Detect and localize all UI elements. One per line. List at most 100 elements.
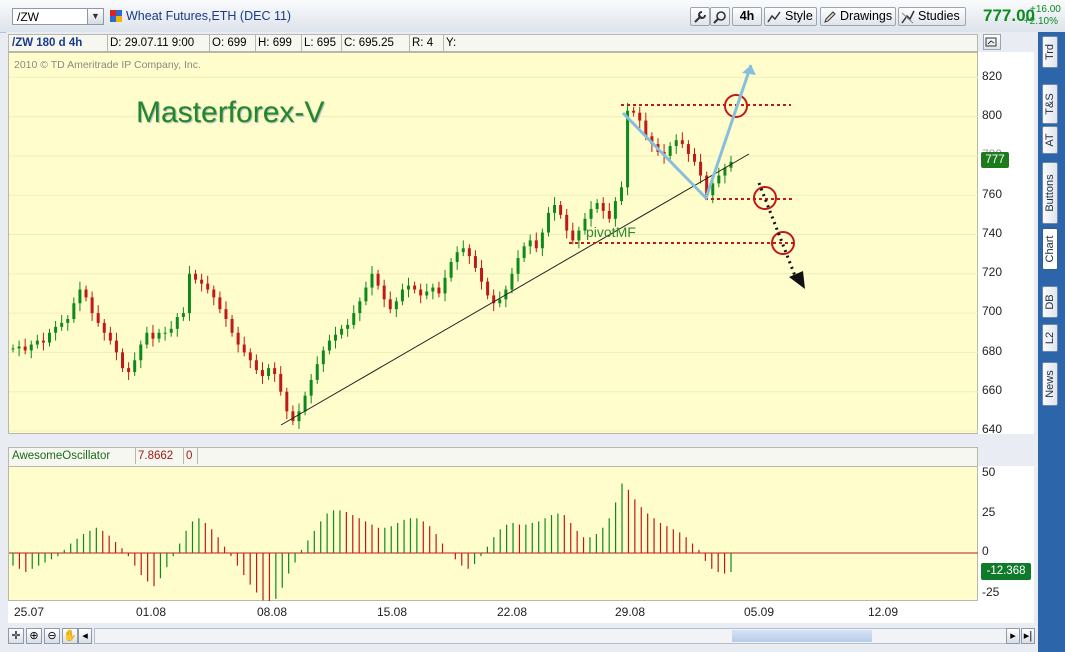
- y-tick: 820: [982, 69, 1003, 83]
- crosshair-button[interactable]: ✛: [8, 628, 24, 644]
- candle-body: [498, 299, 502, 304]
- tab-l2[interactable]: L2: [1042, 324, 1058, 352]
- zoom-out-icon: ⊖: [47, 630, 57, 642]
- candle-body: [285, 391, 289, 412]
- candle-body: [358, 301, 362, 314]
- tab-label: DB: [1044, 294, 1056, 310]
- candle-body: [41, 340, 45, 343]
- oscillator-header: AwesomeOscillator 7.8662 0: [8, 447, 978, 467]
- tab-label: Chart: [1044, 235, 1056, 263]
- candle-body: [218, 297, 222, 310]
- candle-body: [11, 348, 15, 350]
- price-axis[interactable]: 820 800 780 760 740 720 700 680 660 640: [978, 52, 1034, 436]
- candle-body: [169, 328, 173, 333]
- candle-body: [431, 287, 435, 292]
- candle-body: [467, 248, 471, 257]
- candle-body: [461, 248, 465, 253]
- candle-body: [510, 273, 514, 290]
- instrument-name: Wheat Futures,ETH (DEC 11): [126, 9, 292, 23]
- tab-chart[interactable]: Chart: [1042, 228, 1058, 270]
- studies-button[interactable]: Studies: [898, 7, 966, 26]
- scroll-right-button[interactable]: ▸: [1006, 628, 1020, 644]
- candle-body: [668, 146, 672, 156]
- tools-button[interactable]: [690, 7, 710, 26]
- candle-body: [595, 203, 599, 209]
- candle-body: [559, 205, 563, 215]
- hand-icon: ✋: [63, 630, 77, 642]
- tab-trd[interactable]: Trd: [1042, 36, 1058, 68]
- last-price-badge: 777: [981, 152, 1009, 168]
- symbol-input[interactable]: /ZW: [17, 10, 39, 24]
- timeframe-button[interactable]: 4h: [732, 7, 762, 26]
- zoom-in-button[interactable]: ⊕: [26, 628, 42, 644]
- scroll-left-button[interactable]: ◂: [78, 628, 92, 644]
- oscillator-name: AwesomeOscillator: [9, 448, 136, 464]
- osc-y-tick: 50: [982, 465, 996, 479]
- tab-label: AT: [1044, 133, 1056, 147]
- candle-body: [674, 140, 678, 147]
- candle-body: [340, 328, 344, 335]
- candle-body: [437, 287, 441, 294]
- candle-body: [254, 360, 258, 371]
- tab-news[interactable]: News: [1042, 362, 1058, 406]
- time-axis[interactable]: 25.07 01.08 08.08 15.08 22.08 29.08 05.0…: [8, 601, 1034, 623]
- candle-body: [66, 318, 70, 323]
- chart-settings-button[interactable]: [983, 34, 1001, 50]
- candle-body: [577, 230, 581, 241]
- tab-buttons[interactable]: Buttons: [1042, 162, 1058, 224]
- candle-body: [23, 346, 27, 351]
- search-button[interactable]: [710, 7, 730, 26]
- copyright-text: 2010 © TD Ameritrade IP Company, Inc.: [14, 59, 201, 71]
- oscillator-badge: -12.368: [981, 563, 1031, 580]
- x-tick: 08.08: [257, 605, 288, 619]
- candle-body: [236, 332, 240, 345]
- horizontal-scrollbar[interactable]: [94, 628, 1014, 644]
- wrench-icon: [694, 11, 706, 23]
- pan-button[interactable]: ✋: [62, 628, 78, 644]
- down-projection: [757, 182, 799, 282]
- candle-body: [686, 144, 690, 154]
- candle-body: [516, 258, 520, 274]
- candle-body: [413, 285, 417, 290]
- chevron-down-icon[interactable]: ▼: [87, 9, 103, 24]
- tab-at[interactable]: AT: [1042, 126, 1058, 154]
- oscillator-pane[interactable]: [8, 466, 979, 602]
- tab-db[interactable]: DB: [1042, 286, 1058, 318]
- candle-body: [54, 326, 58, 333]
- drawings-button[interactable]: Drawings: [820, 7, 896, 26]
- arrow-right-icon: ▸: [1010, 630, 1016, 642]
- candle-body: [540, 232, 544, 249]
- y-tick: 700: [982, 304, 1003, 318]
- candle-body: [157, 332, 161, 339]
- candle-body: [553, 205, 557, 213]
- trend-line: [280, 153, 750, 426]
- oscillator-axis[interactable]: 50 25 0 -25: [978, 465, 1034, 601]
- candle-body: [699, 161, 703, 176]
- candle-body: [613, 201, 617, 219]
- style-button[interactable]: Style: [764, 7, 817, 26]
- candle-body: [145, 332, 149, 345]
- candle-body: [242, 344, 246, 353]
- candle-body: [571, 230, 575, 241]
- tab-time-and-sales[interactable]: T&S: [1042, 84, 1058, 124]
- candle-body: [291, 411, 295, 422]
- candle-body: [273, 368, 277, 375]
- candle-body: [632, 110, 636, 113]
- symbol-selector[interactable]: /ZW ▼: [12, 8, 104, 25]
- instrument-icon: [110, 10, 122, 22]
- zoom-out-button[interactable]: ⊖: [44, 628, 60, 644]
- candle-body: [370, 273, 374, 288]
- candle-body: [139, 344, 143, 361]
- candle-body: [607, 210, 611, 219]
- top-toolbar: /ZW ▼ Wheat Futures,ETH (DEC 11) 4h Styl…: [0, 0, 1065, 33]
- scroll-end-button[interactable]: ▸|: [1021, 628, 1035, 644]
- x-tick: 12.09: [868, 605, 899, 619]
- candle-body: [315, 364, 319, 380]
- osc-y-tick: 25: [982, 505, 996, 519]
- candle-body: [364, 287, 368, 302]
- scrollbar-thumb[interactable]: [732, 630, 872, 642]
- candle-body: [565, 214, 569, 231]
- tab-label: T&S: [1044, 93, 1056, 115]
- oscillator-value: 7.8662: [135, 448, 184, 464]
- bar-high: H: 699: [255, 35, 302, 51]
